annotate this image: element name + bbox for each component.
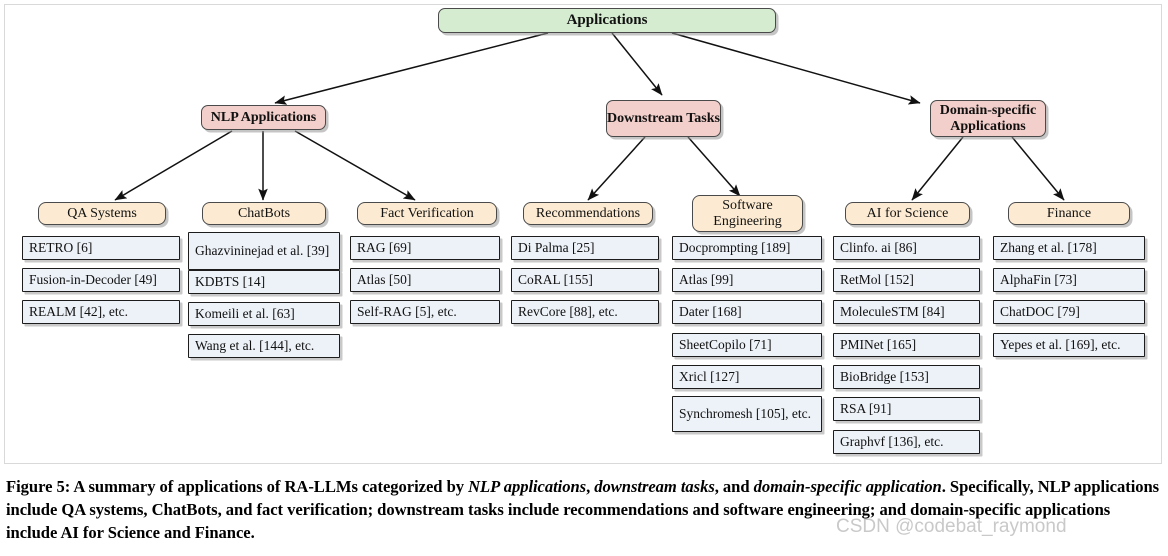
leaf-item[interactable]: AlphaFin [73] <box>993 268 1145 292</box>
leaf-label: BioBridge [153] <box>840 369 929 385</box>
leaf-item[interactable]: Wang et al. [144], etc. <box>188 334 340 358</box>
leaf-label: Self-RAG [5], etc. <box>357 304 457 320</box>
leaf-item[interactable]: Dater [168] <box>672 300 822 324</box>
leaf-label: PMINet [165] <box>840 337 917 353</box>
leaf-item[interactable]: MoleculeSTM [84] <box>833 300 980 324</box>
leaf-item[interactable]: Self-RAG [5], etc. <box>350 300 500 324</box>
leaf-item[interactable]: RETRO [6] <box>22 236 180 260</box>
leaf-item[interactable]: Komeili et al. [63] <box>188 302 340 326</box>
leaf-item[interactable]: Atlas [99] <box>672 268 822 292</box>
leaf-item[interactable]: REALM [42], etc. <box>22 300 180 324</box>
node-applications-label: Applications <box>566 12 648 29</box>
leaf-item[interactable]: Yepes et al. [169], etc. <box>993 333 1145 357</box>
node-ai-for-science-label: AI for Science <box>866 205 949 221</box>
leaf-item[interactable]: PMINet [165] <box>833 333 980 357</box>
leaf-item[interactable]: Atlas [50] <box>350 268 500 292</box>
leaf-item[interactable]: Clinfo. ai [86] <box>833 236 980 260</box>
node-software-engineering[interactable]: Software Engineering <box>692 195 803 232</box>
leaf-item[interactable]: RAG [69] <box>350 236 500 260</box>
node-recommendations-label: Recommendations <box>535 205 641 221</box>
leaf-label: Fusion-in-Decoder [49] <box>29 272 157 288</box>
leaf-label: Di Palma [25] <box>518 240 595 256</box>
leaf-item[interactable]: Fusion-in-Decoder [49] <box>22 268 180 292</box>
leaf-label: Docprompting [189] <box>679 240 791 256</box>
leaf-label: SheetCopilo [71] <box>679 337 772 353</box>
leaf-label: CoRAL [155] <box>518 272 593 288</box>
caption-emphasis-downstream: downstream tasks <box>594 477 715 496</box>
leaf-label: RETRO [6] <box>29 240 93 256</box>
leaf-label: RSA [91] <box>840 401 892 417</box>
leaf-item[interactable]: RetMol [152] <box>833 268 980 292</box>
leaf-label: AlphaFin [73] <box>1000 272 1077 288</box>
leaf-label: Atlas [99] <box>679 272 734 288</box>
leaf-item[interactable]: CoRAL [155] <box>511 268 659 292</box>
leaf-item[interactable]: RevCore [88], etc. <box>511 300 659 324</box>
leaf-item[interactable]: ChatDOC [79] <box>993 300 1145 324</box>
node-downstream-tasks[interactable]: Downstream Tasks <box>606 100 721 137</box>
csdn-watermark: CSDN @codebat_raymond <box>836 516 1067 537</box>
leaf-item[interactable]: SheetCopilo [71] <box>672 333 822 357</box>
leaf-item[interactable]: BioBridge [153] <box>833 365 980 389</box>
node-finance-label: Finance <box>1046 205 1092 221</box>
leaf-item[interactable]: Ghazvininejad et al. [39] <box>188 232 340 270</box>
node-domain-specific-applications-label: Domain-specific Applications <box>939 102 1037 134</box>
node-nlp-applications-label: NLP Applications <box>210 109 317 125</box>
leaf-label: Wang et al. [144], etc. <box>195 338 315 354</box>
node-software-engineering-label: Software Engineering <box>713 197 782 229</box>
node-chatbots-label: ChatBots <box>237 205 291 221</box>
node-qa-systems[interactable]: QA Systems <box>38 202 166 225</box>
leaf-label: RAG [69] <box>357 240 412 256</box>
leaf-label: RevCore [88], etc. <box>518 304 618 320</box>
leaf-item[interactable]: Synchromesh [105], etc. <box>672 396 822 432</box>
leaf-label: ChatDOC [79] <box>1000 304 1080 320</box>
leaf-label: Komeili et al. [63] <box>195 306 295 322</box>
figure-5-applications-taxonomy: Applications NLP Applications Downstream… <box>0 0 1168 556</box>
node-applications[interactable]: Applications <box>438 8 776 33</box>
node-recommendations[interactable]: Recommendations <box>523 202 653 225</box>
figure-border <box>4 4 1162 464</box>
leaf-label: Dater [168] <box>679 304 742 320</box>
node-nlp-applications[interactable]: NLP Applications <box>201 105 326 130</box>
leaf-item[interactable]: KDBTS [14] <box>188 270 340 294</box>
node-domain-specific-applications[interactable]: Domain-specific Applications <box>930 100 1046 137</box>
node-chatbots[interactable]: ChatBots <box>202 202 326 225</box>
leaf-label: Clinfo. ai [86] <box>840 240 917 256</box>
leaf-item[interactable]: Xricl [127] <box>672 365 822 389</box>
leaf-label: REALM [42], etc. <box>29 304 128 320</box>
leaf-label: Atlas [50] <box>357 272 412 288</box>
leaf-item[interactable]: Docprompting [189] <box>672 236 822 260</box>
node-downstream-tasks-label: Downstream Tasks <box>607 110 720 126</box>
leaf-label: KDBTS [14] <box>195 274 266 290</box>
leaf-label: Yepes et al. [169], etc. <box>1000 337 1121 353</box>
node-fact-verification-label: Fact Verification <box>380 205 474 221</box>
caption-prefix: Figure 5: A summary of applications of R… <box>6 477 469 496</box>
leaf-label: Ghazvininejad et al. [39] <box>195 243 330 259</box>
leaf-item[interactable]: Graphvf [136], etc. <box>833 430 980 454</box>
leaf-item[interactable]: RSA [91] <box>833 397 980 421</box>
caption-emphasis-domain: domain-specific application <box>753 477 942 496</box>
leaf-label: RetMol [152] <box>840 272 914 288</box>
leaf-label: Xricl [127] <box>679 369 740 385</box>
caption-sep-2: , and <box>714 477 754 496</box>
node-fact-verification[interactable]: Fact Verification <box>357 202 497 225</box>
leaf-label: Synchromesh [105], etc. <box>679 406 811 422</box>
leaf-label: MoleculeSTM [84] <box>840 304 945 320</box>
node-ai-for-science[interactable]: AI for Science <box>845 202 970 225</box>
node-qa-systems-label: QA Systems <box>67 205 137 221</box>
leaf-label: Zhang et al. [178] <box>1000 240 1097 256</box>
leaf-item[interactable]: Di Palma [25] <box>511 236 659 260</box>
leaf-label: Graphvf [136], etc. <box>840 434 944 450</box>
leaf-item[interactable]: Zhang et al. [178] <box>993 236 1145 260</box>
caption-emphasis-nlp: NLP applications <box>468 477 587 496</box>
node-finance[interactable]: Finance <box>1008 202 1130 225</box>
